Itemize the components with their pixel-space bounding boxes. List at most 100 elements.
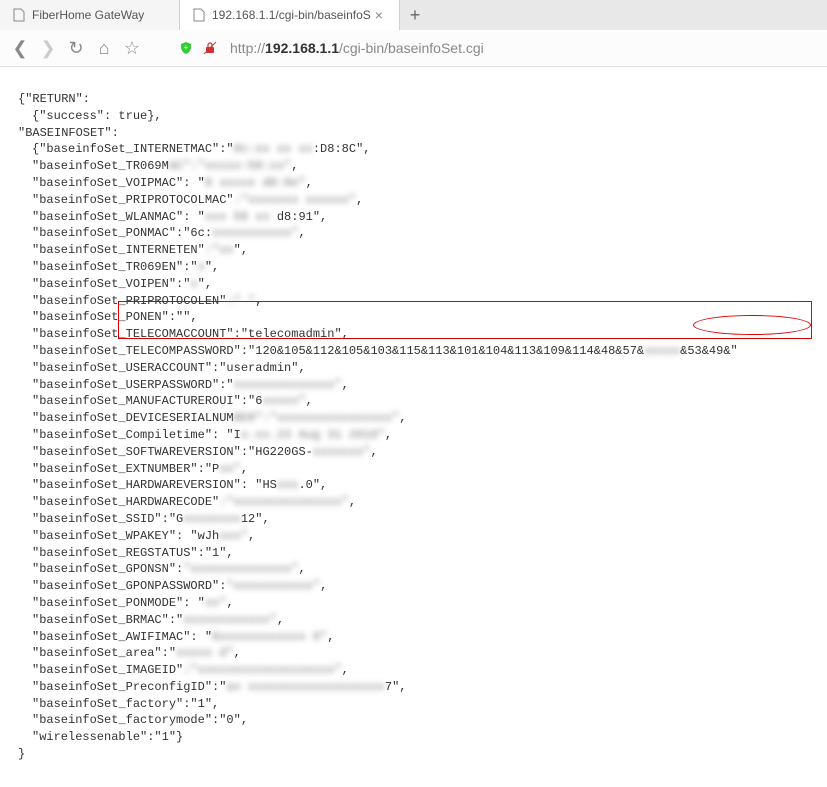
json-tail-text: &53&49&" (680, 344, 738, 358)
json-key-text: "baseinfoSet_PRIPROTOCOLEN" (32, 294, 226, 308)
redacted-text: 8 xxxxx d8:8e" (205, 175, 306, 192)
json-line: "baseinfoSet_PRIPROTOCOLEN":" ", (32, 293, 809, 310)
forward-button[interactable]: ❯ (38, 38, 58, 59)
json-key-text: "baseinfoSet_VOIPMAC": " (32, 176, 205, 190)
json-key-text: "baseinfoSet_area":" (32, 646, 176, 660)
json-key-text: "baseinfoSet_USERACCOUNT":"useradmin", (32, 361, 306, 375)
json-line: {"success": true}, (18, 108, 809, 125)
json-line: "baseinfoSet_USERACCOUNT":"useradmin", (32, 360, 809, 377)
redacted-text: xxxxxxx" (313, 444, 371, 461)
json-tail-text: , (241, 462, 248, 476)
json-line: "baseinfoSet_INTERNETEN":"xx", (32, 242, 809, 259)
json-key-text: "baseinfoSet_BRMAC":" (32, 613, 183, 627)
json-tail-text: , (349, 495, 356, 509)
page-icon (192, 8, 206, 22)
redacted-text: "xxxxxxxxxxxxxx" (183, 561, 298, 578)
json-key-text: "baseinfoSet_DEVICESERIALNUM (32, 411, 234, 425)
json-line: "baseinfoSet_DEVICESERIALNUMBER":"xxxxxx… (32, 410, 809, 427)
redacted-text: 6xxxxxxxxxxxx 0" (212, 629, 327, 646)
redacted-text: :"xxxxxxxxxxxxxxx" (219, 494, 349, 511)
redacted-text: 0c:xx xx xx (234, 141, 313, 158)
json-line: "baseinfoSet_REGSTATUS":"1", (32, 545, 809, 562)
json-key: "BASEINFOSET": (18, 125, 809, 142)
redacted-text: xxxxx" (262, 393, 305, 410)
redacted-text: xx" (219, 461, 241, 478)
json-key-text: "baseinfoSet_IMAGEID" (32, 663, 183, 677)
redacted-text: xxxxxxxx (183, 511, 241, 528)
json-key-text: "baseinfoSet_HARDWARECODE" (32, 495, 219, 509)
json-line: "baseinfoSet_WLANMAC": "xxx 58 xx d8:91"… (32, 209, 809, 226)
json-key-text: "baseinfoSet_TR069M (32, 159, 169, 173)
json-tail-text: , (399, 411, 406, 425)
redacted-text: :" " (226, 293, 255, 310)
close-icon[interactable]: × (371, 7, 387, 23)
redacted-text: xxxxxxxxxxxxxx" (234, 377, 342, 394)
tab-label: FiberHome GateWay (32, 8, 144, 22)
redacted-text: xxx 58 xx (205, 209, 270, 226)
new-tab-button[interactable]: + (400, 5, 430, 26)
json-tail-text: , (255, 294, 262, 308)
json-tail-text: , (370, 445, 377, 459)
json-line: "baseinfoSet_factorymode":"0", (32, 712, 809, 729)
page-content: {"RETURN": {"success": true}, "BASEINFOS… (0, 67, 827, 787)
home-button[interactable]: ⌂ (94, 38, 114, 59)
json-key-text: "baseinfoSet_MANUFACTUREROUI":"6 (32, 394, 262, 408)
json-tail-text: , (342, 378, 349, 392)
json-line: "baseinfoSet_USERPASSWORD":"xxxxxxxxxxxx… (32, 377, 809, 394)
json-tail-text: , (385, 428, 392, 442)
redacted-text: xxx" (219, 528, 248, 545)
json-key-text: "baseinfoSet_PRIPROTOCOLMAC" (32, 193, 234, 207)
json-key-text: {"baseinfoSet_INTERNETMAC":" (32, 142, 234, 156)
json-line: "baseinfoSet_AWIFIMAC": "6xxxxxxxxxxxx 0… (32, 629, 809, 646)
url-host: 192.168.1.1 (265, 40, 339, 56)
plus-icon: + (410, 5, 421, 26)
shield-icon: + (178, 40, 194, 56)
json-line: "baseinfoSet_TELECOMPASSWORD":"120&105&1… (32, 343, 809, 360)
json-line: "baseinfoSet_HARDWAREVERSION": "HSxxx.0"… (32, 477, 809, 494)
json-line: "baseinfoSet_BRMAC":"xxxxxxxxxxxx", (32, 612, 809, 629)
redacted-text: AC":"xxxxx:58:xx" (169, 158, 291, 175)
json-line: "baseinfoSet_PONMODE": "xx", (32, 595, 809, 612)
json-lines: {"baseinfoSet_INTERNETMAC":"0c:xx xx xx:… (18, 141, 809, 746)
json-line: "baseinfoSet_HARDWARECODE":"xxxxxxxxxxxx… (32, 494, 809, 511)
json-key-text: "baseinfoSet_factory":"1", (32, 697, 219, 711)
url-path: /cgi-bin/baseinfoSet.cgi (339, 40, 484, 56)
json-line: "baseinfoSet_GPONPASSWORD":"xxxxxxxxxxx"… (32, 578, 809, 595)
json-key-text: "baseinfoSet_TR069EN":" (32, 260, 198, 274)
back-button[interactable]: ❮ (10, 38, 30, 59)
json-key-text: "baseinfoSet_HARDWAREVERSION": "HS (32, 478, 277, 492)
json-key-text: "baseinfoSet_EXTNUMBER":"P (32, 462, 219, 476)
redacted-text: :"xxxxxxxxxxxxxxxxxxx" (183, 662, 341, 679)
json-line: "baseinfoSet_IMAGEID":"xxxxxxxxxxxxxxxxx… (32, 662, 809, 679)
json-line: "baseinfoSet_GPONSN":"xxxxxxxxxxxxxx", (32, 561, 809, 578)
json-tail-text: , (342, 663, 349, 677)
tab-baseinfo[interactable]: 192.168.1.1/cgi-bin/baseinfoS × (180, 0, 400, 30)
redacted-text: :"xxxxxxx xxxxxx" (234, 192, 356, 209)
json-tail-text: , (298, 226, 305, 240)
json-line: "baseinfoSet_Compiletime": "Ix.xx.23 Aug… (32, 427, 809, 444)
json-key-text: "baseinfoSet_WLANMAC": " (32, 210, 205, 224)
tab-label: 192.168.1.1/cgi-bin/baseinfoS (212, 8, 371, 22)
tab-bar: FiberHome GateWay 192.168.1.1/cgi-bin/ba… (0, 0, 827, 30)
json-tail-text: , (320, 579, 327, 593)
json-key-text: "baseinfoSet_factorymode":"0", (32, 713, 248, 727)
json-key-text: "baseinfoSet_AWIFIMAC": " (32, 630, 212, 644)
reload-button[interactable]: ↻ (66, 38, 86, 59)
json-line: "baseinfoSet_TELECOMACCOUNT":"telecomadm… (32, 326, 809, 343)
browser-chrome: FiberHome GateWay 192.168.1.1/cgi-bin/ba… (0, 0, 827, 67)
json-line: "baseinfoSet_area":"xxxxx d", (32, 645, 809, 662)
tab-fiberhome[interactable]: FiberHome GateWay (0, 0, 180, 30)
json-key-text: "baseinfoSet_Compiletime": "I (32, 428, 241, 442)
json-tail-text: , (356, 193, 363, 207)
redacted-text: "xxxxxxxxxxx" (226, 578, 320, 595)
json-tail-text: 12", (241, 512, 270, 526)
json-tail-text: , (327, 630, 334, 644)
redacted-text: ax xxxxxxxxxxxxxxxxxxx (226, 679, 384, 696)
url-display[interactable]: http://192.168.1.1/cgi-bin/baseinfoSet.c… (230, 40, 484, 56)
json-tail-text: d8:91", (270, 210, 328, 224)
json-line: "baseinfoSet_factory":"1", (32, 696, 809, 713)
json-key-text: "baseinfoSet_SOFTWAREVERSION":"HG220GS- (32, 445, 313, 459)
json-key-text: "baseinfoSet_PONEN":"", (32, 310, 198, 324)
favorite-button[interactable]: ☆ (122, 38, 142, 59)
json-tail-text: , (226, 596, 233, 610)
